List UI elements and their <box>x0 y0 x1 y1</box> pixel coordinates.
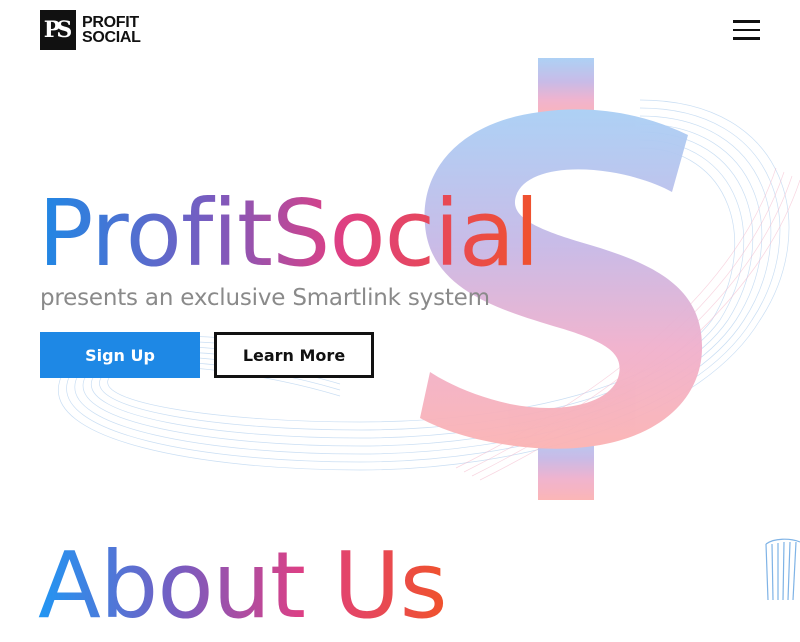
about-title: About Us <box>38 530 448 642</box>
logo[interactable]: PS PROFIT SOCIAL <box>40 10 141 50</box>
site-header: PS PROFIT SOCIAL <box>0 0 800 60</box>
logo-text: PROFIT SOCIAL <box>82 14 141 46</box>
logo-text-line1: PROFIT <box>82 14 139 31</box>
sign-up-button[interactable]: Sign Up <box>40 332 200 378</box>
hero-title: ProfitSocial <box>38 178 540 290</box>
hamburger-menu-icon[interactable] <box>733 20 761 40</box>
logo-mark: PS <box>40 10 76 50</box>
learn-more-button[interactable]: Learn More <box>214 332 374 378</box>
decorative-illustration <box>765 538 800 600</box>
logo-text-line2: SOCIAL <box>82 29 141 46</box>
hero-subtitle: presents an exclusive Smartlink system <box>40 285 490 311</box>
